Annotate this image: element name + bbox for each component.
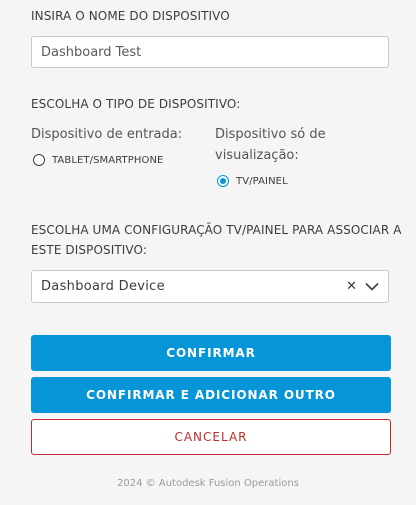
radio-tablet-smartphone-label: TABLET/SMARTPHONE <box>52 154 164 166</box>
view-only-heading-line2: visualização: <box>215 148 299 163</box>
radio-tv-painel[interactable]: TV/PAINEL <box>217 175 288 187</box>
clear-icon[interactable]: ✕ <box>346 279 357 294</box>
confirm-add-another-button[interactable]: CONFIRMAR E ADICIONAR OUTRO <box>31 377 391 413</box>
input-device-heading: Dispositivo de entrada: <box>31 127 183 142</box>
device-setup-form: INSIRA O NOME DO DISPOSITIVO ESCOLHA O T… <box>0 0 416 505</box>
view-only-heading-line1: Dispositivo só de <box>215 127 326 142</box>
confirm-button[interactable]: CONFIRMAR <box>31 335 391 371</box>
cancel-button[interactable]: CANCELAR <box>31 419 391 455</box>
radio-checked-icon[interactable] <box>217 175 229 187</box>
config-label-line1: ESCOLHA UMA CONFIGURAÇÃO TV/PAINEL PARA … <box>31 223 402 237</box>
footer-copyright: 2024 © Autodesk Fusion Operations <box>117 478 299 489</box>
config-label: ESCOLHA UMA CONFIGURAÇÃO TV/PAINEL PARA … <box>31 220 402 260</box>
config-label-line2: ESTE DISPOSITIVO: <box>31 243 148 257</box>
device-name-label: INSIRA O NOME DO DISPOSITIVO <box>31 9 230 23</box>
config-select[interactable]: Dashboard Device ✕ <box>31 270 389 303</box>
radio-tablet-smartphone[interactable]: TABLET/SMARTPHONE <box>33 154 163 166</box>
view-only-heading: Dispositivo só de visualização: <box>215 124 326 166</box>
radio-unchecked-icon[interactable] <box>33 154 45 166</box>
config-select-value: Dashboard Device <box>41 279 165 294</box>
device-name-input[interactable] <box>31 36 389 68</box>
radio-tv-painel-label: TV/PAINEL <box>236 175 288 187</box>
device-type-label: ESCOLHA O TIPO DE DISPOSITIVO: <box>31 97 241 111</box>
chevron-down-icon[interactable] <box>365 280 379 294</box>
